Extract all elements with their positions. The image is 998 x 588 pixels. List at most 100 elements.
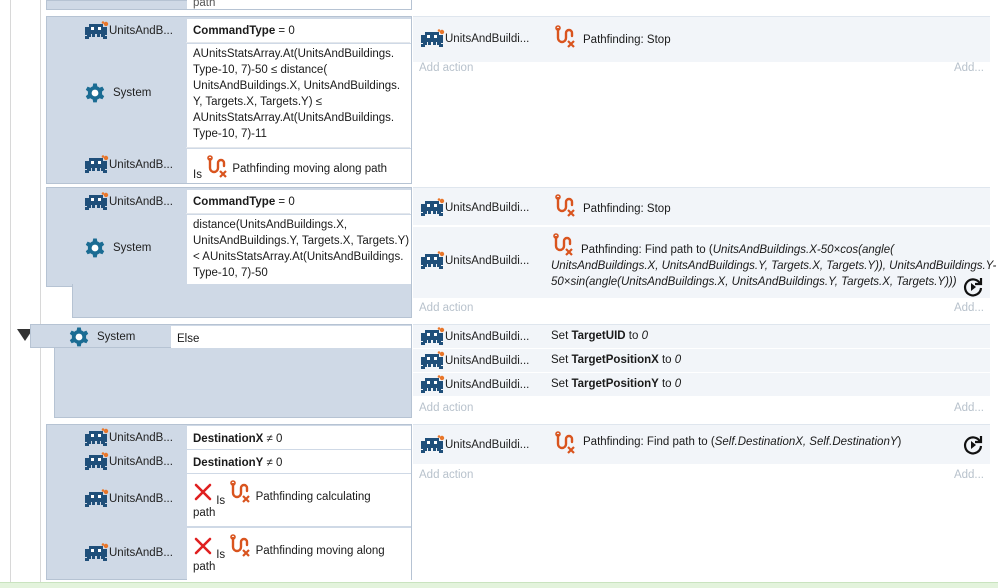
condition-line: AUnitsStatsArray.At(UnitsAndBuildings. [193,112,395,124]
action-label: Pathfinding: Find path to ( [581,244,713,256]
object-name: UnitsAndB... [109,196,173,208]
action-text: Set TargetUID to 0 [551,330,648,342]
divider [186,213,410,214]
add-action-row[interactable]: Add action Add... [413,299,990,319]
condition-object[interactable]: System [83,81,151,105]
condition-destinationx[interactable]: DestinationX ≠ 0 [187,426,411,449]
action-object[interactable]: UnitsAndBuildi... [419,249,529,273]
object-name: UnitsAndBuildi... [445,355,530,367]
action-label: to [658,378,675,390]
condition-pathfinding-moving[interactable]: Is Pathfinding moving along path [187,149,411,183]
pathfinding-icon [553,194,577,218]
pathfinding-icon [553,431,577,455]
refresh-icon[interactable] [961,275,985,299]
variable-name: CommandType [193,25,276,37]
space-invader-icon [83,452,109,472]
add-action-row[interactable]: Add action Add... [413,59,990,79]
gear-icon [83,81,107,105]
event-block-partial[interactable]: path [46,0,412,10]
condition-object[interactable]: UnitsAndB... [83,488,173,510]
condition-label: Pathfinding calculating [255,491,371,503]
condition-pathfinding-calculating[interactable]: Is Pathfinding calculating path [187,474,411,526]
condition-rest: ≠ 0 [263,457,283,469]
action-row[interactable]: UnitsAndBuildi... Set TargetUID to 0 [413,325,990,349]
add-action-link[interactable]: Add action [419,402,473,414]
action-object[interactable]: UnitsAndBuildi... [419,27,529,51]
action-value: 0 [641,330,648,342]
event3-conditions[interactable]: System Else [30,324,412,348]
action-value: 0 [674,378,682,390]
object-name: UnitsAndB... [109,25,173,37]
condition-object[interactable]: UnitsAndB... [83,19,173,43]
action-label: ) [897,436,902,448]
condition-object[interactable]: UnitsAndB... [83,190,173,214]
condition-object[interactable]: UnitsAndB... [83,152,173,178]
action-row[interactable]: UnitsAndBuildi... Pathfinding: Stop [413,17,990,63]
add-action-row[interactable]: Add action Add... [413,399,990,419]
condition-commandtype[interactable]: CommandType = 0 [187,190,411,214]
action-text: Pathfinding: Find path to (UnitsAndBuild… [551,233,996,290]
space-invader-icon [419,198,445,218]
condition-rest: = 0 [275,196,295,208]
condition-object[interactable]: System [83,236,151,260]
action-value: 0 [674,354,682,366]
add-link[interactable]: Add... [954,469,984,481]
condition-line: AUnitsStatsArray.At(UnitsAndBuildings. [193,48,395,60]
event2-actions: UnitsAndBuildi... Pathfinding: Stop Unit… [413,187,996,319]
space-invader-icon [419,435,445,455]
condition-object[interactable]: UnitsAndB... [83,427,173,449]
condition-label: path [193,561,216,573]
event2-conditions[interactable]: UnitsAndB... CommandType = 0 System dist… [46,187,412,287]
is-label: Is [193,169,202,182]
object-name: UnitsAndBuildi... [445,255,530,267]
action-row[interactable]: UnitsAndBuildi... Set TargetPositionX to… [413,349,990,373]
add-action-link[interactable]: Add action [419,62,473,74]
action-label: Set [551,378,572,390]
action-text: Pathfinding: Find path to (Self.Destinat… [553,431,901,455]
refresh-icon[interactable] [961,433,985,457]
condition-else[interactable]: Else [171,326,411,348]
object-name: System [97,331,136,343]
add-action-row[interactable]: Add action Add... [413,466,990,486]
condition-object[interactable]: UnitsAndB... [83,451,173,473]
object-name: UnitsAndB... [109,456,173,468]
divider [186,147,410,148]
variable-name: TargetPositionX [571,354,659,366]
condition-distance[interactable]: AUnitsStatsArray.At(UnitsAndBuildings. T… [187,44,411,148]
action-row[interactable]: UnitsAndBuildi... Pathfinding: Find path… [413,425,990,465]
add-action-link[interactable]: Add action [419,469,473,481]
add-link[interactable]: Add... [954,402,984,414]
condition-line: distance(UnitsAndBuildings.X, [193,219,348,231]
action-arg: UnitsAndBuildings.X-50×cos(angle( [712,244,894,256]
condition-commandtype[interactable]: CommandType = 0 [187,19,411,43]
action-object[interactable]: UnitsAndBuildi... [419,196,529,220]
event1-actions: UnitsAndBuildi... Pathfinding: Stop Add … [413,16,990,184]
condition-pathfinding-moving[interactable]: Is Pathfinding moving along path [187,528,411,580]
variable-name: TargetUID [571,330,626,342]
action-row[interactable]: UnitsAndBuildi... Set TargetPositionY to… [413,373,990,397]
space-invader-icon [83,21,109,41]
add-action-link[interactable]: Add action [419,302,473,314]
action-arg: 50×sin(angle(UnitsAndBuildings.X, UnitsA… [551,276,957,288]
object-name: UnitsAndB... [109,432,173,444]
object-name: UnitsAndB... [109,159,173,171]
action-object[interactable]: UnitsAndBuildi... [419,350,529,372]
condition-rest: ≠ 0 [263,433,283,445]
action-object[interactable]: UnitsAndBuildi... [419,433,529,457]
action-row[interactable]: UnitsAndBuildi... Pathfinding: Stop [413,188,990,226]
add-link[interactable]: Add... [954,302,984,314]
condition-distance[interactable]: distance(UnitsAndBuildings.X, UnitsAndBu… [187,215,411,285]
action-object[interactable]: UnitsAndBuildi... [419,326,529,348]
condition-object[interactable]: UnitsAndB... [83,542,173,564]
condition-object[interactable]: System [67,325,135,349]
event4-conditions[interactable]: UnitsAndB... DestinationX ≠ 0 UnitsAndB.… [46,424,412,580]
variable-name: DestinationX [193,433,264,445]
action-row[interactable]: UnitsAndBuildi... Pathfinding: Find path… [413,227,996,299]
action-object[interactable]: UnitsAndBuildi... [419,374,529,396]
is-label: Is [216,495,226,507]
add-link[interactable]: Add... [954,62,984,74]
sub-event-area [72,284,412,318]
action-label: Set [551,354,572,366]
condition-destinationy[interactable]: DestinationY ≠ 0 [187,450,411,473]
object-name: System [113,87,152,99]
